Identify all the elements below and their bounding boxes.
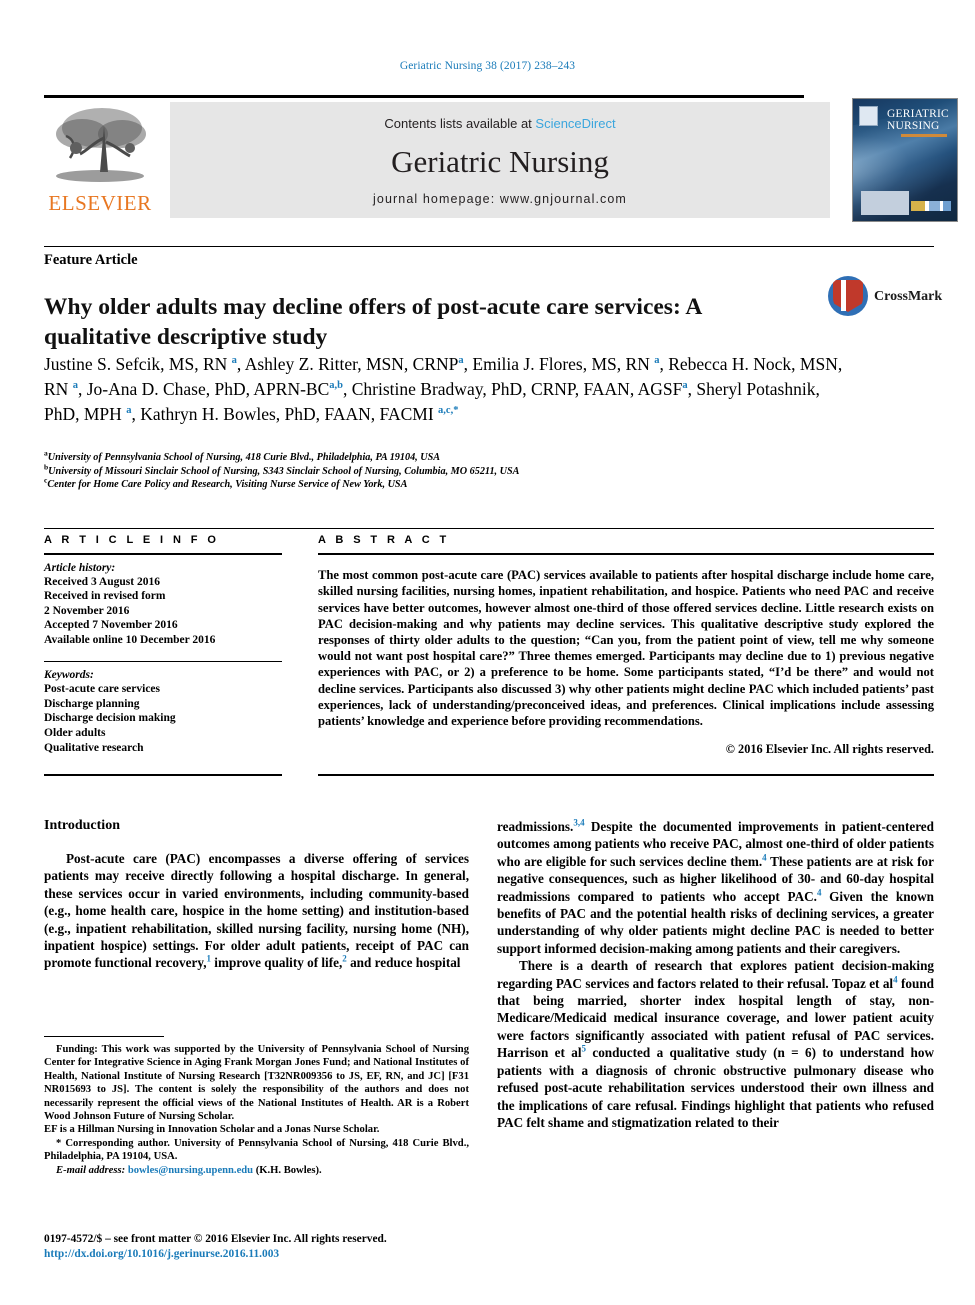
affiliation-item: aUniversity of Pennsylvania School of Nu…: [44, 449, 844, 465]
affiliation-text-c: Center for Home Care Policy and Research…: [47, 479, 408, 490]
info-block-top-rule: [44, 528, 934, 529]
masthead-box: Contents lists available at ScienceDirec…: [170, 102, 830, 218]
journal-homepage[interactable]: journal homepage: www.gnjournal.com: [170, 192, 830, 206]
crossmark-label: CrossMark: [874, 289, 943, 304]
keywords-label: Keywords:: [44, 669, 94, 682]
doi-link[interactable]: http://dx.doi.org/10.1016/j.gerinurse.20…: [44, 1247, 504, 1262]
abstract-heading: A B S T R A C T: [318, 534, 450, 546]
cover-publisher-logos: [911, 201, 951, 211]
abstract-column: A B S T R A C T The most common post-acu…: [318, 534, 934, 757]
article-info-column: A R T I C L E I N F O Article history: R…: [44, 534, 282, 755]
cover-title-line2: NURSING: [887, 120, 940, 132]
keyword-item: Older adults: [44, 726, 106, 739]
article-history-item: Accepted 7 November 2016: [44, 619, 178, 632]
funding-note: Funding: This work was supported by the …: [44, 1044, 469, 1123]
intro-paragraph-right-2: There is a dearth of research that explo…: [497, 958, 934, 1130]
info-block-bottom-rule-left: [44, 774, 282, 776]
journal-title: Geriatric Nursing: [391, 144, 609, 179]
keyword-item: Discharge planning: [44, 697, 140, 710]
email-link[interactable]: bowles@nursing.upenn.edu: [128, 1165, 253, 1176]
keyword-item: Post-acute care services: [44, 683, 161, 696]
abstract-copyright: © 2016 Elsevier Inc. All rights reserved…: [725, 741, 934, 756]
cover-accent-bar: [901, 134, 947, 137]
article-history-item: 2 November 2016: [44, 604, 130, 617]
article-history-label: Article history:: [44, 561, 116, 574]
cover-title-line1: GERIATRIC: [887, 108, 949, 120]
body-column-left: Introduction Post-acute care (PAC) encom…: [44, 818, 469, 972]
affiliation-text-a: University of Pennsylvania School of Nur…: [47, 452, 441, 463]
keyword-item: Discharge decision making: [44, 712, 176, 725]
elsevier-tree-icon: [56, 108, 146, 182]
corresponding-author-note: * Corresponding author. University of Pe…: [44, 1137, 469, 1163]
author-list: Justine S. Sefcik, MS, RN a, Ashley Z. R…: [44, 354, 843, 424]
email-owner: (K.H. Bowles).: [255, 1164, 322, 1176]
keywords-rule: [44, 660, 282, 663]
journal-cover-thumbnail[interactable]: GERIATRIC NURSING: [852, 98, 958, 222]
article-history-item: Available online 10 December 2016: [44, 633, 216, 646]
article-title: Why older adults may decline offers of p…: [44, 293, 702, 350]
article-history-item: Received in revised form: [44, 590, 166, 603]
section-divider-rule: [44, 246, 934, 247]
cover-title: GERIATRIC NURSING: [887, 108, 953, 132]
cover-badge-icon: [859, 106, 878, 126]
contents-prefix: Contents lists available at: [384, 116, 536, 131]
affiliation-text-b: University of Missouri Sinclair School o…: [48, 465, 520, 477]
email-note: E-mail address: bowles@nursing.upenn.edu…: [44, 1164, 469, 1177]
body-column-right: readmissions.3,4 Despite the documented …: [497, 818, 934, 1131]
article-page: Geriatric Nursing 38 (2017) 238–243 ELSE…: [0, 0, 975, 1305]
info-block-bottom-rule-right: [318, 774, 934, 776]
elsevier-logo: ELSEVIER: [44, 102, 156, 218]
footnote-rule: [44, 1036, 164, 1037]
intro-paragraph-left: Post-acute care (PAC) encompasses a dive…: [44, 851, 469, 971]
article-type-label: Feature Article: [44, 252, 138, 268]
keyword-item: Qualitative research: [44, 741, 144, 754]
scholar-note: EF is a Hillman Nursing in Innovation Sc…: [44, 1124, 380, 1136]
footnote-block: Funding: This work was supported by the …: [44, 1036, 469, 1177]
affiliation-item: cCenter for Home Care Policy and Researc…: [44, 476, 844, 492]
crossmark-icon: [828, 276, 868, 316]
info-abstract-block: A R T I C L E I N F O Article history: R…: [44, 528, 934, 780]
contents-available-line: Contents lists available at ScienceDirec…: [170, 116, 830, 131]
issn-copyright-line: 0197-4572/$ – see front matter © 2016 El…: [44, 1233, 387, 1245]
cover-bottom-box: [861, 191, 909, 215]
affiliation-item: bUniversity of Missouri Sinclair School …: [44, 463, 844, 479]
intro-paragraph-right-1: readmissions.3,4 Despite the documented …: [497, 817, 934, 956]
introduction-heading: Introduction: [44, 818, 120, 833]
crossmark-badge[interactable]: CrossMark: [828, 276, 942, 318]
article-info-heading: A R T I C L E I N F O: [44, 534, 220, 546]
article-history-item: Received 3 August 2016: [44, 575, 160, 588]
elsevier-wordmark: ELSEVIER: [48, 191, 152, 215]
running-head: Geriatric Nursing 38 (2017) 238–243: [399, 60, 576, 72]
email-address-label: E-mail address:: [56, 1164, 126, 1176]
article-info-rule: [44, 553, 282, 555]
crossmark-spine: [841, 280, 846, 311]
abstract-rule: [318, 553, 934, 555]
sciencedirect-link[interactable]: ScienceDirect: [535, 116, 615, 131]
journal-masthead: ELSEVIER Contents lists available at Sci…: [44, 98, 958, 222]
page-footer: 0197-4572/$ – see front matter © 2016 El…: [44, 1232, 504, 1262]
abstract-text: The most common post-acute care (PAC) se…: [318, 568, 934, 729]
crossmark-book-shape: [833, 280, 863, 312]
affiliation-list: aUniversity of Pennsylvania School of Nu…: [44, 449, 844, 492]
